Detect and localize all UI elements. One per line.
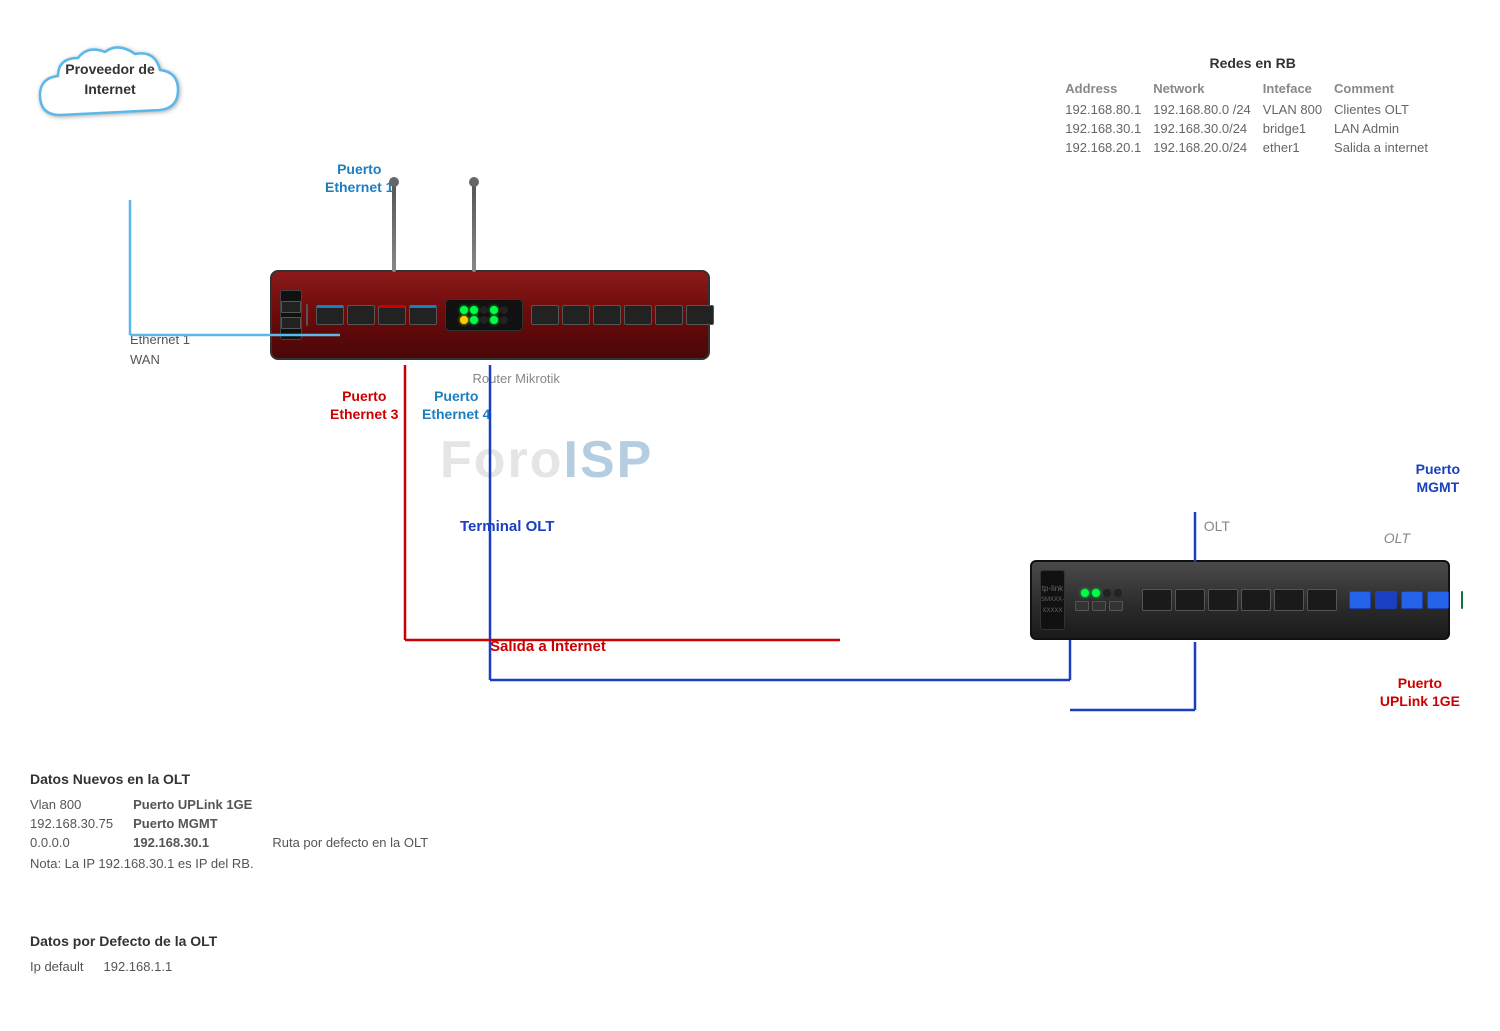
router-container: Puerto Ethernet 1 [270, 270, 710, 360]
datos-defecto-cell-0-1: 192.168.1.1 [104, 957, 193, 976]
olt-sfp-4 [1241, 589, 1271, 611]
datos-defecto-table: Ip default192.168.1.1 [30, 957, 192, 976]
olt-rj45-3 [1401, 591, 1423, 609]
datos-nuevos-section: Datos Nuevos en la OLT Vlan 800Puerto UP… [30, 771, 448, 871]
network-cell-1-0: 192.168.30.1 [1065, 119, 1153, 138]
cloud-label: Proveedor de Internet [30, 60, 190, 99]
datos-nuevos-cell-2-0: 0.0.0.0 [30, 833, 133, 852]
col-inteface: Inteface [1263, 79, 1334, 100]
datos-nuevos-cell-1-2 [272, 814, 448, 833]
port-eth1-label: Puerto Ethernet 1 [325, 160, 393, 196]
port-mgmt-label: Puerto MGMT [1416, 460, 1460, 496]
port-eth4-label: Puerto Ethernet 4 [422, 387, 490, 423]
olt-port-green [1461, 591, 1463, 609]
olt-sfp-6 [1307, 589, 1337, 611]
router-label: Router Mikrotik [473, 371, 560, 386]
datos-nuevos-table: Vlan 800Puerto UPLink 1GE192.168.30.75Pu… [30, 795, 448, 852]
eth1-wan-label: Ethernet 1 WAN [130, 330, 190, 369]
port-eth5 [531, 305, 559, 325]
olt-sfp-5 [1274, 589, 1304, 611]
olt-sfp-1 [1142, 589, 1172, 611]
network-table-title: Redes en RB [1065, 55, 1440, 71]
network-cell-2-0: 192.168.20.1 [1065, 138, 1153, 157]
olt-rj45-4 [1427, 591, 1449, 609]
router-mikrotik: Puerto Ethernet 3 Puerto Ethernet 4 Rout… [270, 270, 710, 360]
datos-nuevos-cell-0-1: Puerto UPLink 1GE [133, 795, 272, 814]
port-eth3 [378, 305, 406, 325]
datos-nuevos-cell-2-1: 192.168.30.1 [133, 833, 272, 852]
datos-defecto-row: Ip default192.168.1.1 [30, 957, 192, 976]
datos-nuevos-cell-0-2 [272, 795, 448, 814]
datos-defecto-section: Datos por Defecto de la OLT Ip default19… [30, 933, 217, 976]
olt-sfp-3 [1208, 589, 1238, 611]
network-cell-0-1: 192.168.80.0 /24 [1153, 100, 1263, 119]
network-table: Redes en RB Address Network Inteface Com… [1065, 55, 1440, 157]
cloud-provider: Proveedor de Internet [30, 40, 190, 150]
port-eth2 [347, 305, 375, 325]
col-network: Network [1153, 79, 1263, 100]
network-cell-1-2: bridge1 [1263, 119, 1334, 138]
datos-nuevos-cell-1-0: 192.168.30.75 [30, 814, 133, 833]
datos-defecto-title: Datos por Defecto de la OLT [30, 933, 217, 949]
watermark: ForoISP [440, 430, 653, 490]
network-table-row: 192.168.30.1192.168.30.0/24bridge1LAN Ad… [1065, 119, 1440, 138]
olt-rj45-2 [1375, 591, 1397, 609]
port-eth9 [655, 305, 683, 325]
olt-device: tp-linkSMXXX-XXXXX [1030, 560, 1450, 640]
datos-defecto-cell-0-0: Ip default [30, 957, 104, 976]
port-eth1 [316, 305, 344, 325]
datos-nuevos-row: Vlan 800Puerto UPLink 1GE [30, 795, 448, 814]
olt-label: OLT [1384, 530, 1410, 546]
network-table-row: 192.168.80.1192.168.80.0 /24VLAN 800Clie… [1065, 100, 1440, 119]
datos-nuevos-row: 0.0.0.0192.168.30.1Ruta por defecto en l… [30, 833, 448, 852]
col-address: Address [1065, 79, 1153, 100]
port-eth10 [686, 305, 714, 325]
antenna-left [392, 182, 396, 272]
olt-sfp-2 [1175, 589, 1205, 611]
network-cell-1-3: LAN Admin [1334, 119, 1440, 138]
olt-rj45-1 [1349, 591, 1371, 609]
led-group [460, 306, 508, 324]
olt-container: OLT Puerto MGMT tp-linkSMXXX-XXXXX [1030, 560, 1450, 640]
port-eth4 [409, 305, 437, 325]
antenna-right [472, 182, 476, 272]
network-cell-0-0: 192.168.80.1 [1065, 100, 1153, 119]
port-eth3-label: Puerto Ethernet 3 [330, 387, 398, 423]
port-eth7 [593, 305, 621, 325]
network-cell-1-1: 192.168.30.0/24 [1153, 119, 1263, 138]
olt-front: tp-linkSMXXX-XXXXX [1040, 570, 1440, 630]
port-uplink-label: Puerto UPLink 1GE [1380, 674, 1460, 710]
network-cell-0-2: VLAN 800 [1263, 100, 1334, 119]
network-cell-2-2: ether1 [1263, 138, 1334, 157]
network-cell-2-1: 192.168.20.0/24 [1153, 138, 1263, 157]
nota-text: Nota: La IP 192.168.30.1 es IP del RB. [30, 856, 448, 871]
terminal-olt-label: Terminal OLT [460, 518, 554, 535]
olt-text-label: OLT [1204, 518, 1230, 534]
network-cell-2-3: Salida a internet [1334, 138, 1440, 157]
watermark-foro: Foro [440, 431, 564, 489]
port-eth6 [562, 305, 590, 325]
datos-nuevos-title: Datos Nuevos en la OLT [30, 771, 448, 787]
datos-nuevos-row: 192.168.30.75Puerto MGMT [30, 814, 448, 833]
port-eth8 [624, 305, 652, 325]
network-cell-0-3: Clientes OLT [1334, 100, 1440, 119]
network-table-row: 192.168.20.1192.168.20.0/24ether1Salida … [1065, 138, 1440, 157]
datos-nuevos-cell-0-0: Vlan 800 [30, 795, 133, 814]
datos-nuevos-cell-2-2: Ruta por defecto en la OLT [272, 833, 448, 852]
watermark-isp: ISP [564, 431, 654, 489]
salida-internet-label: Salida a Internet [490, 638, 606, 655]
col-comment: Comment [1334, 79, 1440, 100]
datos-nuevos-cell-1-1: Puerto MGMT [133, 814, 272, 833]
